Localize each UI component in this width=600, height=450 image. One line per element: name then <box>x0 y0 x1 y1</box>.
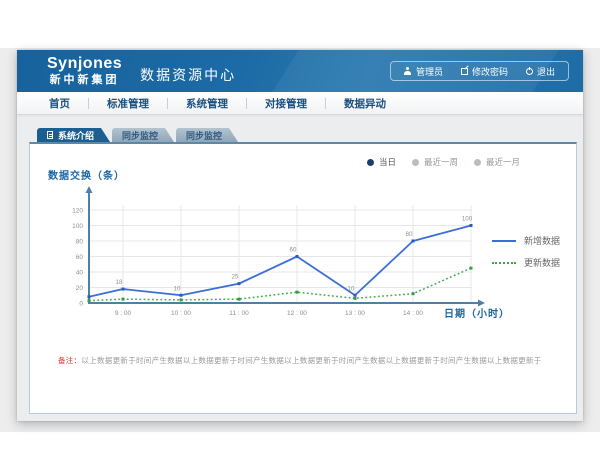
data-point <box>122 298 125 301</box>
x-tick-label: 12 : 00 <box>287 310 307 317</box>
range-option-3[interactable]: 最近一月 <box>474 156 520 168</box>
user-icon <box>404 67 412 75</box>
range-option-label: 最近一周 <box>424 156 458 168</box>
range-option-label: 当日 <box>379 156 396 168</box>
range-option-1[interactable]: 当日 <box>367 156 396 168</box>
data-point-label: 60 <box>290 247 297 254</box>
y-tick-label: 60 <box>76 254 84 261</box>
data-point-label: 10 <box>174 285 181 292</box>
data-point-label: 100 <box>462 216 473 223</box>
nav-item-4[interactable]: 对接管理 <box>247 96 325 111</box>
content-area: 系统介绍同步监控同步监控 当日最近一周最近一月 数据交换（条） 02040608… <box>17 128 583 414</box>
edit-icon <box>461 68 468 75</box>
user-toolbar: 管理员 修改密码 退出 <box>390 61 569 81</box>
data-point <box>88 295 91 298</box>
user-toolbar-label: 管理员 <box>416 65 443 78</box>
user-toolbar-item[interactable]: 退出 <box>517 65 564 78</box>
range-option-label: 最近一月 <box>486 156 520 168</box>
tab-label: 同步监控 <box>122 129 158 142</box>
brand-logo: Synjones 新中新集团 <box>47 56 122 86</box>
legend-label: 新增数据 <box>524 234 560 247</box>
footer-note: 备注：以上数据更新于时间产生数据以上数据更新于时间产生数据以上数据更新于时间产生… <box>58 356 556 367</box>
legend-item: 更新数据 <box>492 256 560 269</box>
data-point <box>88 299 91 302</box>
data-point <box>470 267 473 270</box>
app-title: 数据资源中心 <box>140 65 236 85</box>
tab-1[interactable]: 系统介绍 <box>37 128 110 142</box>
legend-label: 更新数据 <box>524 256 560 269</box>
x-tick-label: 11 : 00 <box>229 310 249 317</box>
data-point <box>296 291 299 294</box>
x-tick-label: 9 : 00 <box>115 310 132 317</box>
content-card: 当日最近一周最近一月 数据交换（条） 0204060801001209 : 00… <box>29 142 577 414</box>
data-point-label: 18 <box>116 279 123 286</box>
series-line-更新数据 <box>89 268 471 301</box>
x-axis-title: 日期（小时） <box>444 305 510 320</box>
document-icon <box>47 131 53 139</box>
legend-line-sample <box>492 262 516 264</box>
data-point <box>470 224 473 227</box>
line-chart: 0 20 40 60 80 100 120 9 : 00 10 : 00 11 : 00 12 : … <box>38 180 498 326</box>
tab-2[interactable]: 同步监控 <box>112 128 174 142</box>
nav-item-5[interactable]: 数据异动 <box>326 96 404 111</box>
nav-item-1[interactable]: 首页 <box>31 96 88 111</box>
y-tick-label: 0 <box>79 301 83 308</box>
legend-item: 新增数据 <box>492 234 560 247</box>
logout-icon <box>526 68 533 75</box>
data-point <box>354 294 357 297</box>
data-point <box>180 298 183 301</box>
data-point <box>412 292 415 295</box>
data-point <box>238 282 241 285</box>
brand-logo-en: Synjones <box>47 56 122 72</box>
legend-line-sample <box>492 240 516 242</box>
user-toolbar-label: 修改密码 <box>472 65 508 78</box>
footer-note-text: 以上数据更新于时间产生数据以上数据更新于时间产生数据以上数据更新于时间产生数据以… <box>81 356 541 365</box>
main-nav: 首页标准管理系统管理对接管理数据异动 <box>17 92 583 115</box>
tab-bar: 系统介绍 同步监控 同步监控 <box>37 128 583 142</box>
data-point-label: 80 <box>406 231 413 238</box>
user-toolbar-item[interactable]: 管理员 <box>395 65 452 78</box>
nav-item-2[interactable]: 标准管理 <box>89 96 167 111</box>
footer-note-prefix: 备注： <box>58 356 81 365</box>
x-tick-label: 14 : 00 <box>403 310 423 317</box>
radio-icon <box>412 159 419 166</box>
y-tick-label: 120 <box>72 208 83 215</box>
series-line-新增数据 <box>89 226 471 297</box>
app-window: Synjones 新中新集团 数据资源中心 管理员修改密码退出 首页标准管理系统… <box>17 50 583 421</box>
y-axis-arrow <box>86 186 93 193</box>
app-header: Synjones 新中新集团 数据资源中心 管理员 修改密码 退出 <box>17 50 583 92</box>
data-point <box>238 298 241 301</box>
data-point-label: 10 <box>348 285 355 292</box>
data-point <box>296 255 299 258</box>
radio-icon <box>367 159 374 166</box>
x-tick-label: 13 : 00 <box>345 310 365 317</box>
data-point <box>180 294 183 297</box>
range-option-2[interactable]: 最近一周 <box>412 156 458 168</box>
data-point <box>412 240 415 243</box>
user-toolbar-label: 退出 <box>537 65 555 78</box>
radio-icon <box>474 159 481 166</box>
tab-3[interactable]: 同步监控 <box>176 128 238 142</box>
y-tick-label: 20 <box>76 285 84 292</box>
tab-label: 同步监控 <box>186 129 222 142</box>
x-tick-label: 10 : 00 <box>171 310 191 317</box>
data-point <box>122 288 125 291</box>
user-toolbar-item[interactable]: 修改密码 <box>452 65 517 78</box>
y-tick-label: 100 <box>72 223 83 230</box>
y-tick-label: 40 <box>76 270 84 277</box>
range-filter: 当日 最近一周 最近一月 <box>367 156 520 168</box>
y-tick-label: 80 <box>76 239 84 246</box>
tab-label: 系统介绍 <box>58 129 94 142</box>
nav-item-3[interactable]: 系统管理 <box>168 96 246 111</box>
chart-legend: 新增数据更新数据 <box>492 234 560 278</box>
data-point <box>354 297 357 300</box>
data-point-label: 25 <box>232 274 239 281</box>
brand-logo-cn: 新中新集团 <box>47 75 122 86</box>
